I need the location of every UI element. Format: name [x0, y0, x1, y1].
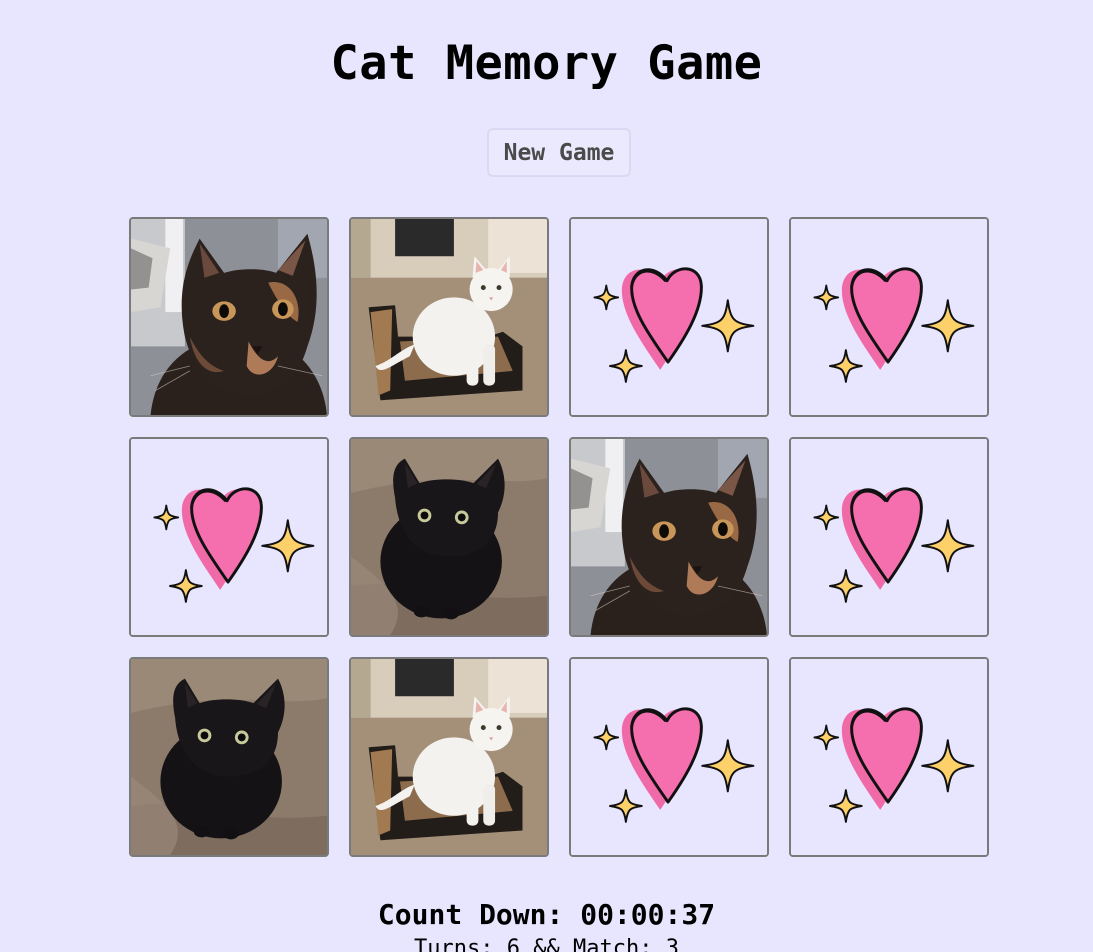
card-hidden[interactable] [129, 437, 329, 637]
tortoiseshell-cat-image [571, 439, 767, 635]
card-black-cat[interactable] [129, 657, 329, 857]
heart-sparkle-icon [571, 219, 767, 415]
black-cat-image [131, 659, 327, 855]
heart-sparkle-icon [571, 659, 767, 855]
white-cat-image [351, 219, 547, 415]
card-grid [129, 217, 989, 857]
heart-sparkle-icon [131, 439, 327, 635]
heart-sparkle-icon [791, 439, 987, 635]
countdown: Count Down: 00:00:37 [0, 898, 1093, 931]
card-hidden[interactable] [569, 217, 769, 417]
turns-match-counter: Turns: 6 && Match: 3 [414, 936, 679, 952]
tortoiseshell-cat-image [131, 219, 327, 415]
heart-sparkle-icon [791, 659, 987, 855]
black-cat-image [351, 439, 547, 635]
card-white-cat[interactable] [349, 657, 549, 857]
new-game-button[interactable]: New Game [487, 128, 631, 177]
card-black-cat[interactable] [349, 437, 549, 637]
countdown-label: Count Down: [377, 898, 564, 931]
card-tortoiseshell-cat[interactable] [569, 437, 769, 637]
card-hidden[interactable] [789, 437, 989, 637]
card-white-cat[interactable] [349, 217, 549, 417]
card-hidden[interactable] [569, 657, 769, 857]
page-title: Cat Memory Game [330, 36, 763, 91]
card-hidden[interactable] [789, 217, 989, 417]
heart-sparkle-icon [791, 219, 987, 415]
card-hidden[interactable] [789, 657, 989, 857]
white-cat-image [351, 659, 547, 855]
card-tortoiseshell-cat[interactable] [129, 217, 329, 417]
countdown-value: 00:00:37 [580, 898, 716, 931]
